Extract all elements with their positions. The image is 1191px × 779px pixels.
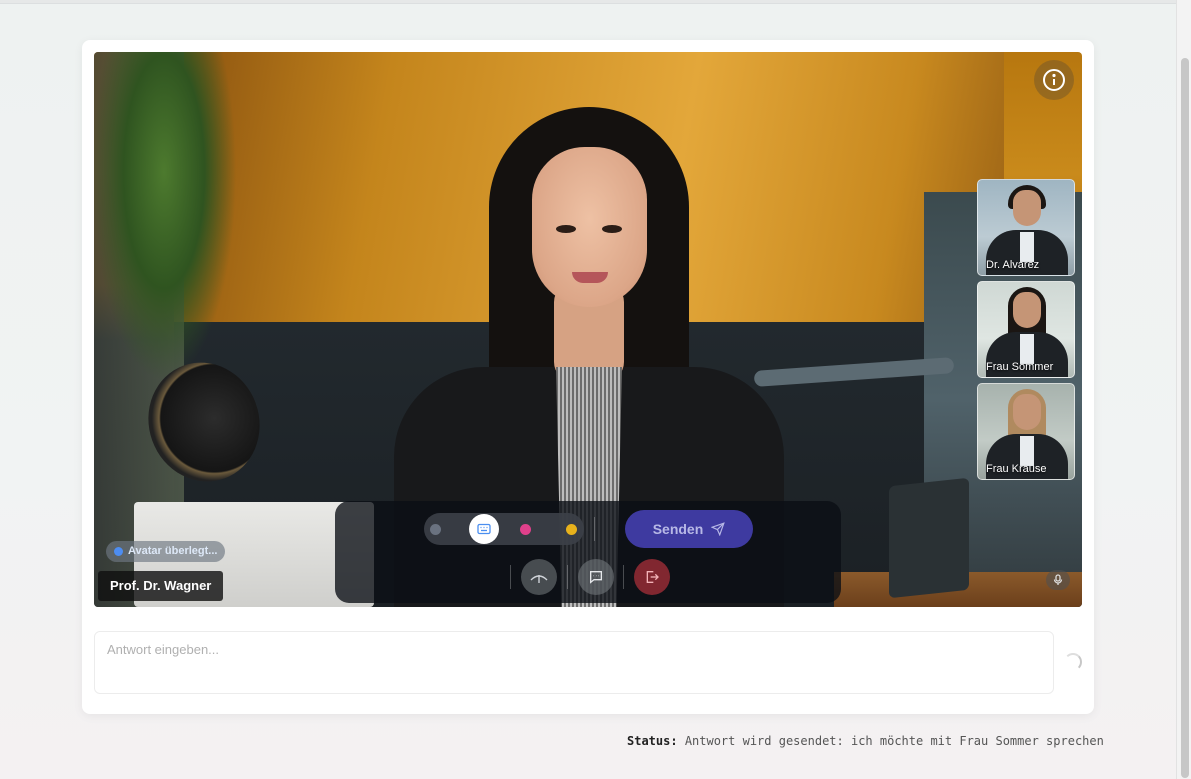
thumb-head (1013, 292, 1041, 328)
participant-name: Dr. Alvarez (986, 259, 1040, 271)
avatar-eye-right (602, 225, 622, 233)
microphone-icon (1053, 574, 1063, 585)
info-icon (1043, 69, 1065, 91)
thumb-head (1013, 190, 1041, 226)
avatar-mouth (572, 272, 608, 283)
mode-dot-gray[interactable] (430, 524, 441, 535)
keyboard-icon (477, 523, 491, 535)
status-dot (114, 547, 123, 556)
microphone-button[interactable] (1046, 570, 1070, 590)
mode-keyboard-button[interactable] (469, 514, 499, 544)
divider (510, 565, 511, 589)
vertical-scrollbar[interactable] (1176, 0, 1191, 779)
avatar-status-badge: Avatar überlegt... (106, 541, 226, 562)
avatar-eye-left (556, 225, 576, 233)
mode-dot-pink[interactable] (520, 524, 531, 535)
avatar-status-text: Avatar überlegt... (128, 545, 218, 557)
divider (623, 565, 624, 589)
divider (594, 517, 595, 541)
thumb-shirt (1020, 436, 1034, 466)
mode-dot-yellow[interactable] (566, 524, 577, 535)
participant-name: Frau Krause (986, 463, 1047, 475)
video-stage: Dr. Alvarez Frau Sommer Frau Krause Avat… (94, 52, 1082, 607)
status-text: Antwort wird gesendet: ich möchte mit Fr… (684, 734, 1104, 748)
status-label: Status: (627, 734, 678, 748)
thumb-head (1013, 394, 1041, 430)
thumb-shirt (1020, 232, 1034, 262)
speaker-name-tag: Prof. Dr. Wagner (98, 571, 224, 601)
send-button-label: Senden (652, 521, 704, 537)
chat-icon (590, 571, 602, 584)
avatar-face (532, 147, 647, 307)
signal-button[interactable] (521, 559, 557, 595)
scrollbar-thumb[interactable] (1181, 58, 1189, 778)
control-panel: Senden (335, 501, 841, 603)
info-button[interactable] (1034, 60, 1074, 100)
mode-selector (424, 513, 584, 545)
participant-list: Dr. Alvarez Frau Sommer Frau Krause (977, 179, 1075, 480)
thumb-shirt (1020, 334, 1034, 364)
top-border (0, 0, 1176, 4)
participant-name: Frau Sommer (986, 361, 1054, 373)
loading-spinner-icon (1064, 653, 1082, 671)
antenna-icon (530, 575, 548, 583)
send-icon (711, 522, 726, 536)
exit-icon (646, 571, 659, 583)
participant-thumb-alvarez[interactable]: Dr. Alvarez (977, 179, 1075, 276)
participant-thumb-krause[interactable]: Frau Krause (977, 383, 1075, 480)
phone-stand (889, 477, 969, 599)
divider (567, 565, 568, 589)
answer-field-container (94, 631, 1054, 694)
participant-thumb-sommer[interactable]: Frau Sommer (977, 281, 1075, 378)
status-bar: Status: Antwort wird gesendet: ich möcht… (627, 734, 1104, 748)
leave-button[interactable] (634, 559, 670, 595)
send-button[interactable]: Senden (625, 510, 753, 548)
chat-button[interactable] (578, 559, 614, 595)
answer-input[interactable] (107, 642, 1041, 657)
